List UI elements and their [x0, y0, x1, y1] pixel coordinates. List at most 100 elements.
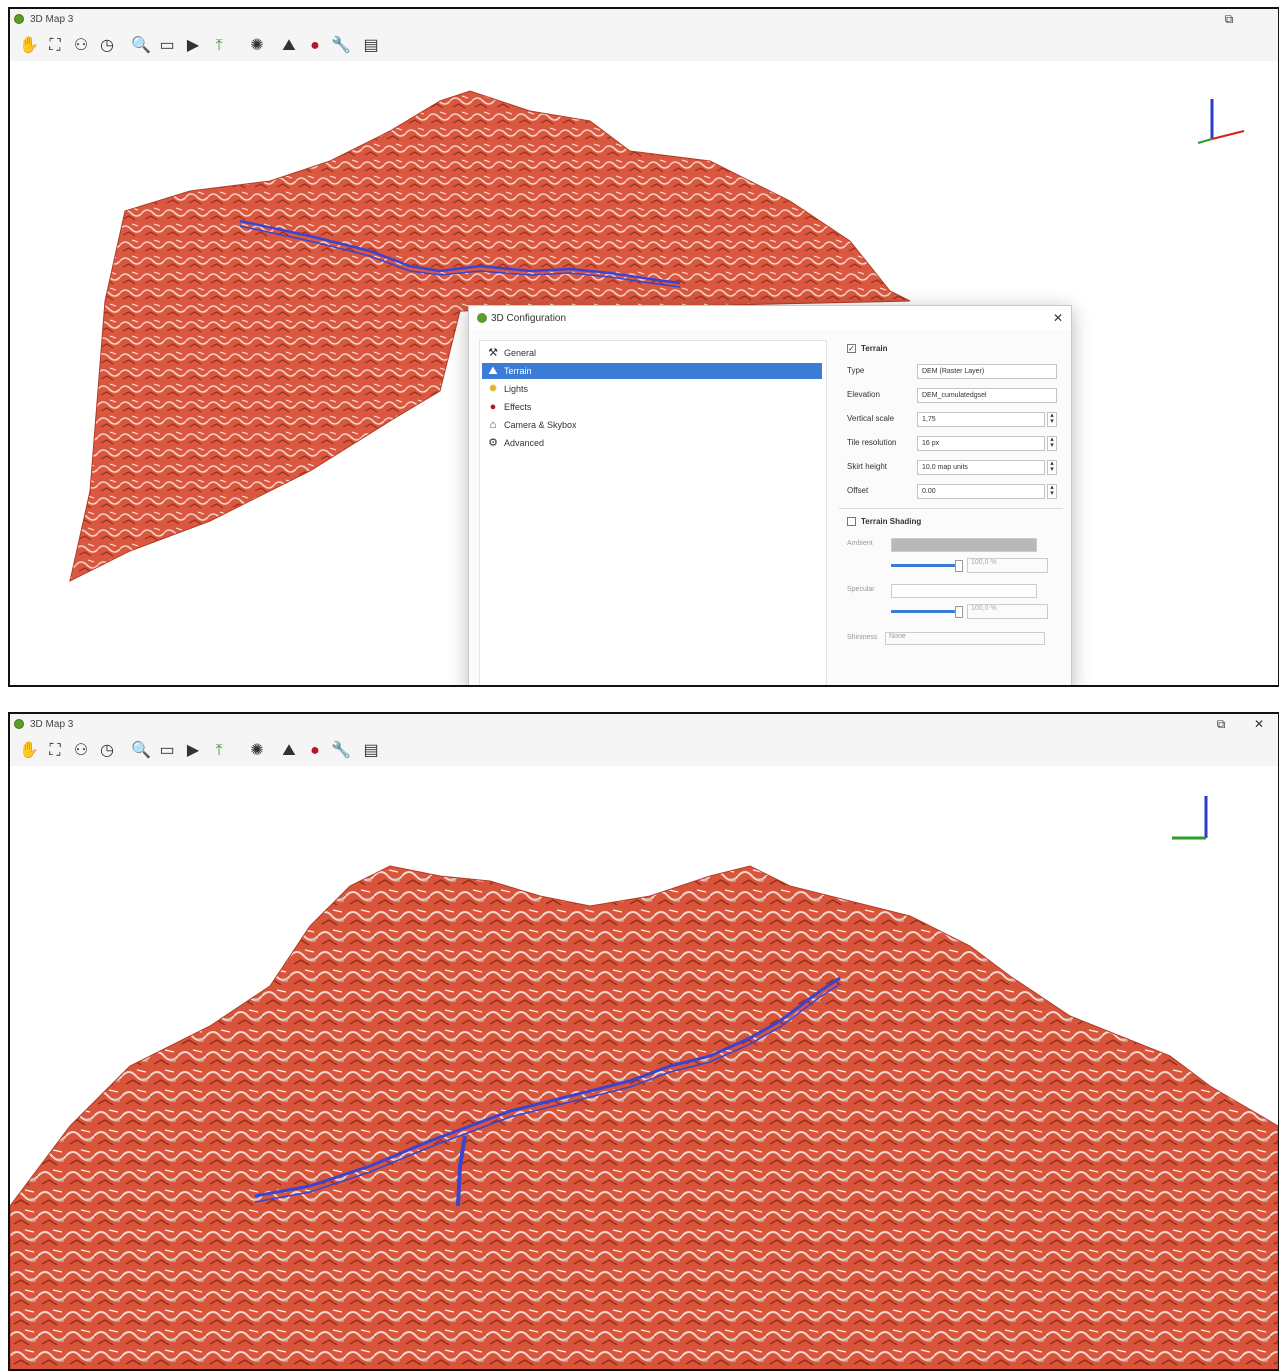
specular-input[interactable]: 100,0 % [967, 604, 1048, 619]
skirt-height-spin[interactable]: ▴ ▾ [1047, 460, 1057, 475]
qgis-logo-icon [14, 14, 24, 24]
title-bar: 3D Map 3 ⧉ [10, 9, 1278, 31]
terrain-settings-pane: ✓ Terrain Type DEM (Raster Layer) Elevat… [839, 340, 1067, 685]
terrain-checkbox[interactable]: ✓ [847, 344, 856, 353]
type-select[interactable]: DEM (Raster Layer) [917, 364, 1057, 379]
offset-spin[interactable]: ▴ ▾ [1047, 484, 1057, 499]
camera-icon[interactable]: ✺ [246, 35, 268, 57]
title-bar: 3D Map 3 ⧉ ✕ [10, 714, 1278, 736]
nav-item-camera[interactable]: ⌂ Camera & Skybox [482, 417, 822, 433]
specular-label: Specular [847, 586, 875, 593]
zoom-full-icon[interactable]: ⛶ [44, 35, 66, 57]
ambient-slider[interactable] [891, 564, 957, 567]
vertical-scale-spin[interactable]: ▴ ▾ [1047, 412, 1057, 427]
offset-label: Offset [847, 486, 869, 495]
vertical-scale-input[interactable]: 1,75 [917, 412, 1045, 427]
animations-clock-icon[interactable]: ◷ [96, 740, 118, 762]
ambient-label: Ambient [847, 540, 873, 547]
elevation-label: Elevation [847, 390, 880, 399]
animations-clock-icon[interactable]: ◷ [96, 35, 118, 57]
pan-hand-icon[interactable]: ✋ [18, 740, 40, 762]
elevation-select[interactable]: DEM_cumulatedgsel [917, 388, 1057, 403]
terrain-shading-label: Terrain Shading [861, 517, 922, 526]
camera-icon[interactable]: ✺ [246, 740, 268, 762]
map-3d-canvas[interactable] [10, 766, 1278, 1369]
play-icon[interactable]: ▶ [182, 35, 204, 57]
ambient-color-button[interactable] [891, 538, 1037, 552]
export-icon[interactable]: ⤒ [208, 740, 230, 762]
table-icon[interactable]: ▤ [360, 740, 382, 762]
nav-item-lights[interactable]: ✹ Lights [482, 381, 822, 397]
group-divider [839, 508, 1063, 509]
export-icon[interactable]: ⤒ [208, 35, 230, 57]
terrain-shading-checkbox[interactable] [847, 517, 856, 526]
specular-slider-handle[interactable] [955, 606, 963, 618]
shininess-label: Shininess [847, 634, 878, 641]
effects-icon: ● [489, 401, 497, 413]
terrain-icon[interactable]: ⛰ [278, 35, 300, 57]
skirt-height-input[interactable]: 10.0 map units [917, 460, 1045, 475]
window-title: 3D Map 3 [30, 14, 74, 25]
axis-gizmo-icon [1172, 796, 1208, 840]
terrain-group-label: Terrain [861, 344, 888, 353]
pan-hand-icon[interactable]: ✋ [18, 35, 40, 57]
effects-icon[interactable]: ● [304, 740, 326, 762]
effects-icon[interactable]: ● [304, 35, 326, 57]
ambient-input[interactable]: 100,0 % [967, 558, 1048, 573]
zoom-full-icon[interactable]: ⛶ [44, 740, 66, 762]
offset-input[interactable]: 0.00 [917, 484, 1045, 499]
nav-item-advanced[interactable]: ⚙ Advanced [482, 435, 822, 451]
measure-icon[interactable]: ▭ [156, 740, 178, 762]
tools-icon[interactable]: 🔧 [330, 740, 352, 762]
identify-icon[interactable]: ⚇ [70, 740, 92, 762]
shininess-select[interactable]: None [885, 632, 1045, 645]
map-3d-canvas[interactable]: 3D Configuration ✕ ⚒ General ⛰ Terrain ✹ Li… [10, 61, 1278, 685]
tile-resolution-row: Tile resolution 16 px ▴ ▾ [839, 436, 1063, 452]
skirt-height-row: Skirt height 10.0 map units ▴ ▾ [839, 460, 1063, 476]
tile-resolution-spin[interactable]: ▴ ▾ [1047, 436, 1057, 451]
nav-item-general[interactable]: ⚒ General [482, 345, 822, 361]
elevation-row: Elevation DEM_cumulatedgsel [839, 388, 1063, 404]
tools-icon[interactable]: 🔧 [330, 35, 352, 57]
settings-nav-list: ⚒ General ⛰ Terrain ✹ Lights ● Effects ⌂ Came… [479, 340, 827, 685]
qgis-logo-icon [477, 313, 487, 323]
toolbar: ✋ ⛶ ⚇ ◷ 🔍 ▭ ▶ ⤒ ✺ ⛰ ● 🔧 ▤ [10, 31, 1278, 61]
config-dialog: 3D Configuration ✕ ⚒ General ⛰ Terrain ✹ Li… [468, 305, 1072, 685]
nav-item-terrain[interactable]: ⛰ Terrain [482, 363, 822, 379]
ambient-slider-handle[interactable] [955, 560, 963, 572]
type-row: Type DEM (Raster Layer) [839, 364, 1063, 380]
zoom-icon[interactable]: 🔍 [130, 35, 152, 57]
close-button[interactable]: ✕ [1250, 717, 1268, 731]
nav-item-effects[interactable]: ● Effects [482, 399, 822, 415]
measure-icon[interactable]: ▭ [156, 35, 178, 57]
gear-icon: ⚙ [488, 437, 498, 449]
restore-button[interactable]: ⧉ [1220, 12, 1238, 27]
offset-row: Offset 0.00 ▴ ▾ [839, 484, 1063, 500]
dialog-title: 3D Configuration [491, 313, 567, 324]
specular-slider[interactable] [891, 610, 957, 613]
terrain-icon[interactable]: ⛰ [278, 740, 300, 762]
specular-color-button[interactable] [891, 584, 1037, 598]
identify-icon[interactable]: ⚇ [70, 35, 92, 57]
toolbar: ✋ ⛶ ⚇ ◷ 🔍 ▭ ▶ ⤒ ✺ ⛰ ● 🔧 ▤ [10, 736, 1278, 766]
type-label: Type [847, 366, 865, 375]
play-icon[interactable]: ▶ [182, 740, 204, 762]
terrain-render [10, 865, 1278, 1369]
table-icon[interactable]: ▤ [360, 35, 382, 57]
skirt-height-label: Skirt height [847, 462, 888, 471]
axis-gizmo-icon [1197, 99, 1245, 144]
zoom-icon[interactable]: 🔍 [130, 740, 152, 762]
vertical-scale-row: Vertical scale 1,75 ▴ ▾ [839, 412, 1063, 428]
window-title: 3D Map 3 [30, 719, 74, 730]
vertical-scale-label: Vertical scale [847, 414, 895, 423]
map-3d-window-bottom: 3D Map 3 ⧉ ✕ ✋ ⛶ ⚇ ◷ 🔍 ▭ ▶ ⤒ ✺ ⛰ ● 🔧 ▤ [8, 712, 1279, 1371]
restore-button[interactable]: ⧉ [1212, 717, 1230, 732]
map-3d-window-top: 3D Map 3 ⧉ ✋ ⛶ ⚇ ◷ 🔍 ▭ ▶ ⤒ ✺ ⛰ ● 🔧 ▤ 3D … [8, 7, 1279, 687]
camera-icon: ⌂ [489, 419, 497, 431]
terrain-icon: ⛰ [488, 365, 498, 377]
tile-resolution-label: Tile resolution [847, 438, 897, 447]
qgis-logo-icon [14, 719, 24, 729]
close-icon[interactable]: ✕ [1053, 311, 1063, 325]
dialog-titlebar: 3D Configuration ✕ [469, 306, 1071, 330]
tile-resolution-input[interactable]: 16 px [917, 436, 1045, 451]
